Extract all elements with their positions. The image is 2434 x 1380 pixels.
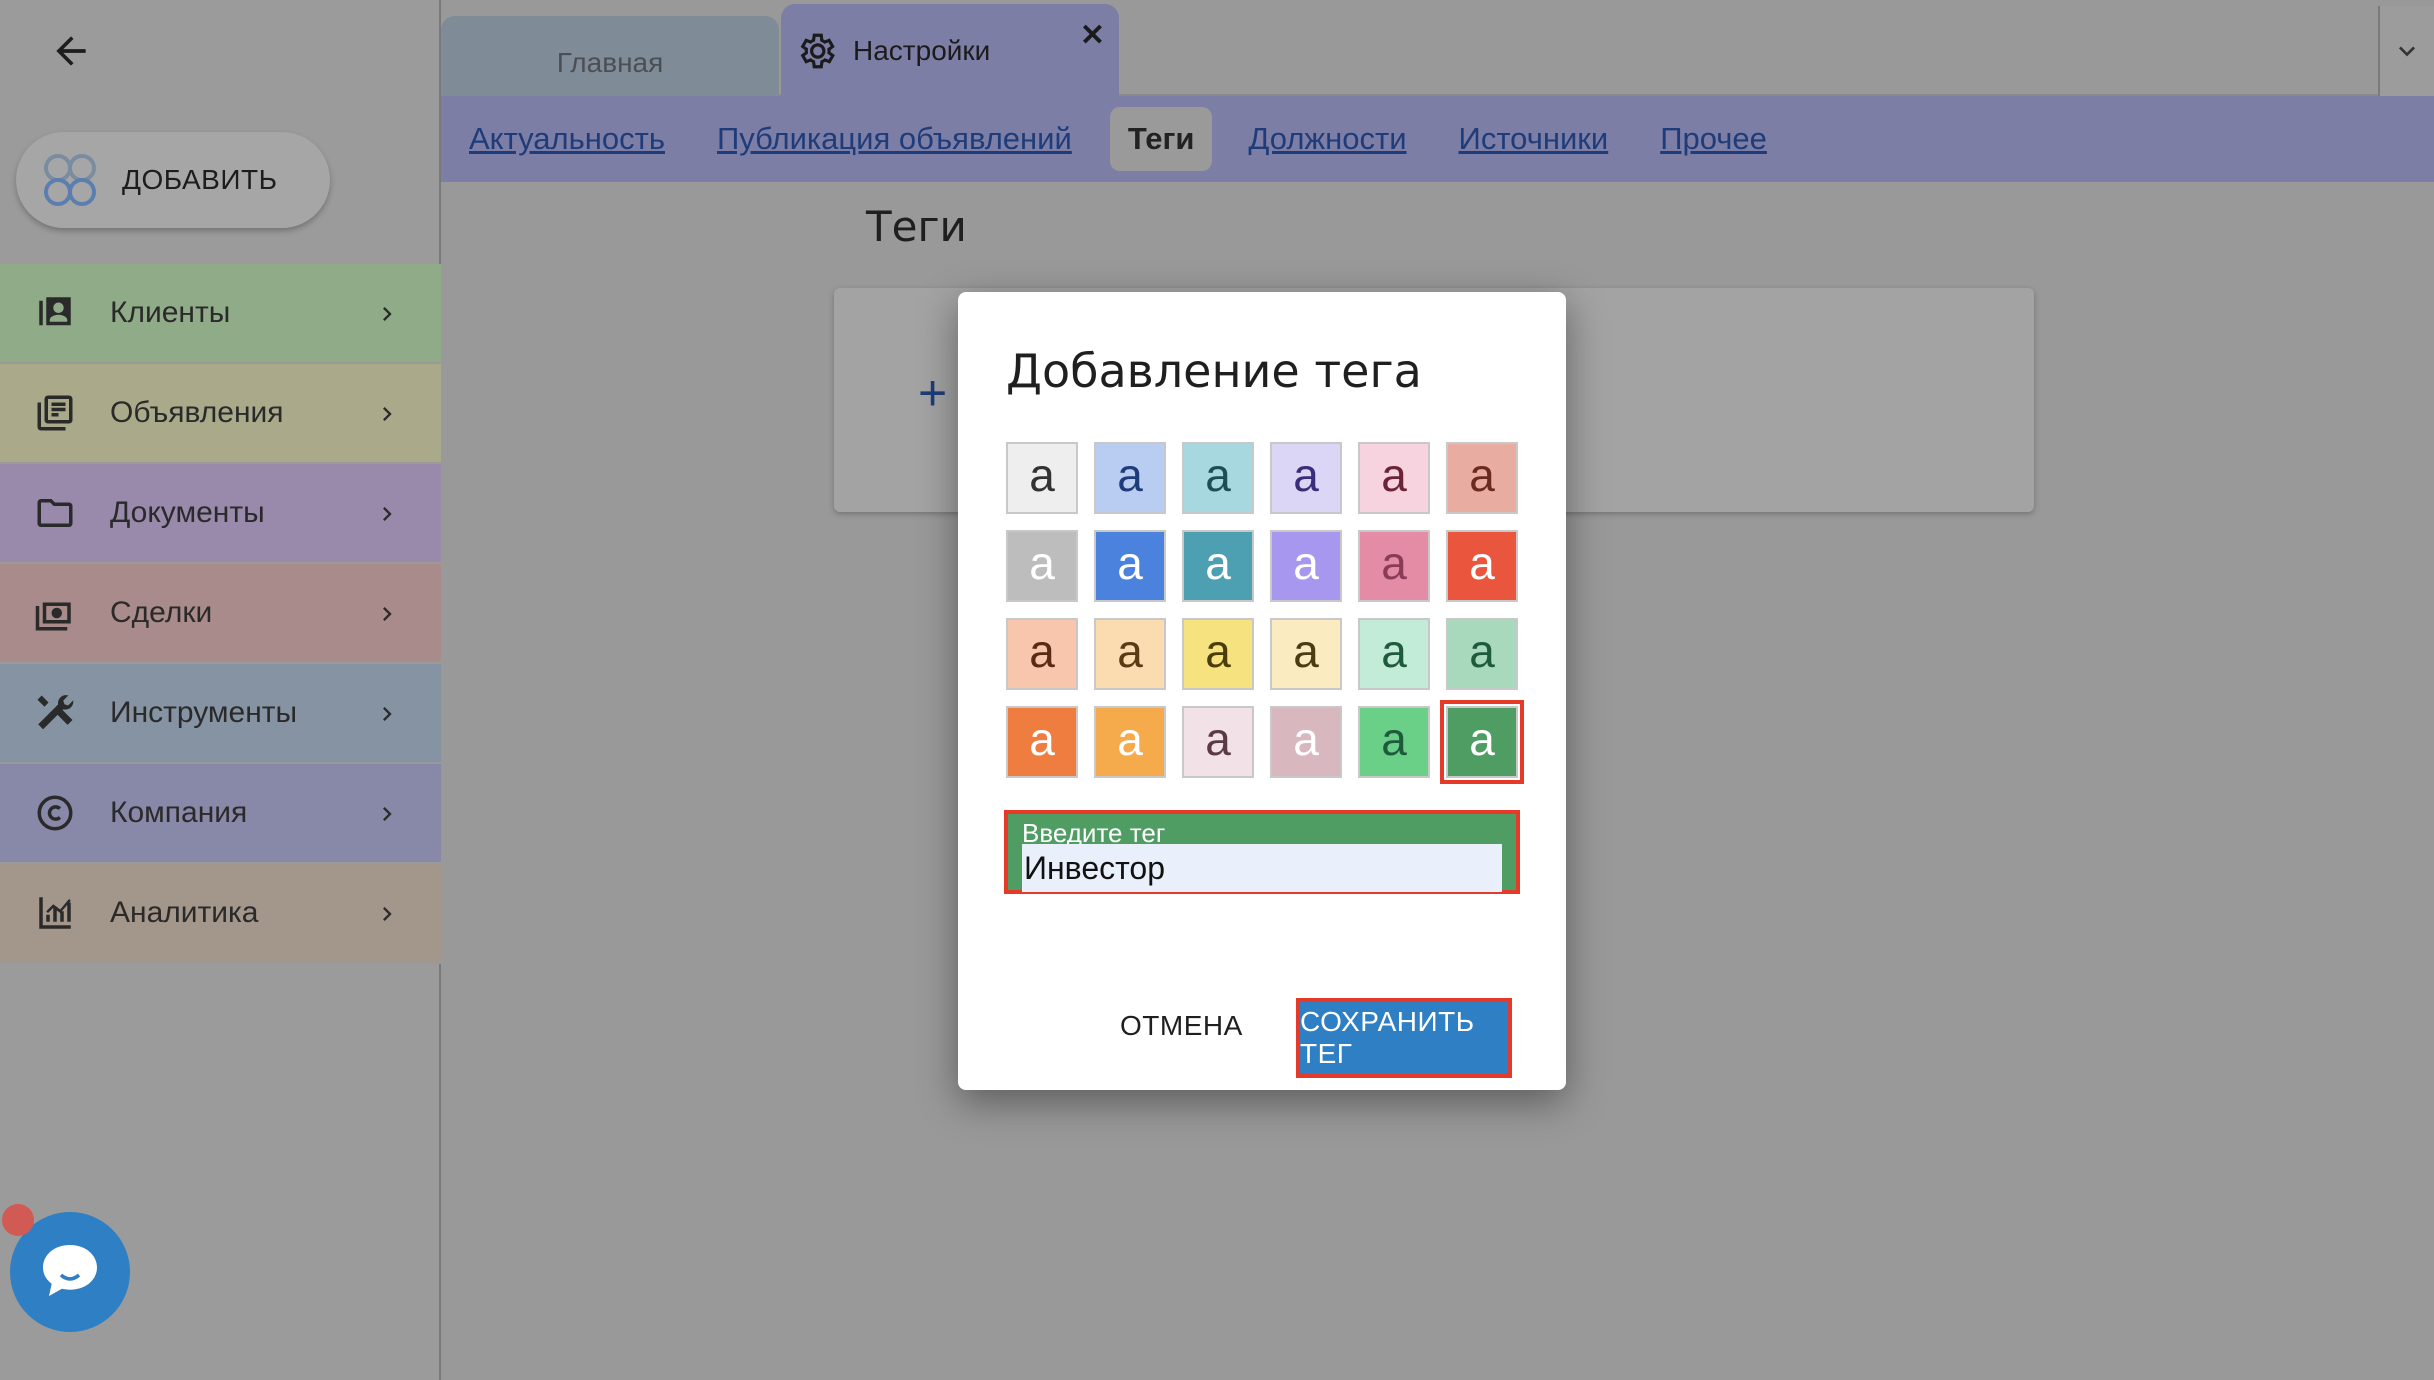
sidebar-item-label: Аналитика [110, 896, 259, 929]
sidebar-item-label: Компания [110, 796, 248, 829]
color-swatch[interactable]: a [1358, 706, 1430, 778]
color-swatch[interactable]: a [1358, 530, 1430, 602]
sidebar-item-label: Объявления [110, 396, 284, 429]
chevron-down-icon [2399, 46, 2415, 57]
page-title: Теги [866, 202, 967, 251]
sidebar-item-deals[interactable]: Сделки [0, 564, 441, 664]
sidebar-item-label: Клиенты [110, 296, 231, 329]
sidebar-item-label: Сделки [110, 596, 213, 629]
tag-input-field: Введите тег [1004, 810, 1520, 894]
color-swatch[interactable]: a [1270, 706, 1342, 778]
sidebar-item-label: Инструменты [110, 696, 298, 729]
color-swatch[interactable]: a [1006, 442, 1078, 514]
add-tag-dialog: Добавление тега aaaaaaaaaaaaaaaaaaaaaaaa… [958, 292, 1566, 1090]
sidebar-item-label: Документы [110, 496, 265, 529]
tab-dropdown-button[interactable] [2378, 6, 2434, 96]
color-swatch[interactable]: a [1006, 706, 1078, 778]
color-swatch[interactable]: a [1006, 530, 1078, 602]
sidebar-nav: Клиенты Объявления Документы Сделки Инст… [0, 264, 441, 964]
color-swatch[interactable]: a [1270, 530, 1342, 602]
color-swatch[interactable]: a [1094, 530, 1166, 602]
chevron-right-icon [383, 307, 392, 321]
chat-icon [43, 1245, 97, 1296]
back-button[interactable] [44, 24, 98, 78]
color-swatch[interactable]: a [1446, 442, 1518, 514]
color-swatch[interactable]: a [1006, 618, 1078, 690]
settings-subnav: Актуальность Публикация объявлений Теги … [441, 96, 2434, 182]
color-swatch[interactable]: a [1270, 618, 1342, 690]
subnav-tags[interactable]: Теги [1109, 107, 1213, 171]
chevron-right-icon [383, 807, 392, 821]
dialog-title: Добавление тега [1006, 344, 1422, 398]
sidebar-item-tools[interactable]: Инструменты [0, 664, 441, 764]
sidebar-item-analytics[interactable]: Аналитика [0, 864, 441, 964]
save-tag-button[interactable]: СОХРАНИТЬ ТЕГ [1296, 998, 1512, 1078]
sidebar-item-documents[interactable]: Документы [0, 464, 441, 564]
tab-bar: Главная Настройки ✕ [441, 0, 2434, 98]
contacts-icon [32, 290, 78, 336]
color-swatch[interactable]: a [1182, 618, 1254, 690]
tab-label: Главная [556, 47, 664, 78]
color-swatch[interactable]: a [1094, 442, 1166, 514]
tag-input[interactable] [1022, 844, 1502, 892]
analytics-icon [32, 890, 78, 936]
add-button-label: ДОБАВИТЬ [122, 164, 278, 195]
color-swatch[interactable]: a [1358, 618, 1430, 690]
sidebar-item-clients[interactable]: Клиенты [0, 264, 441, 364]
subnav-other[interactable]: Прочее [1660, 121, 1767, 157]
color-swatch[interactable]: a [1182, 442, 1254, 514]
color-swatch[interactable]: a [1446, 530, 1518, 602]
chevron-right-icon [383, 907, 392, 921]
chevron-right-icon [383, 407, 392, 421]
tab-settings[interactable]: Настройки ✕ [781, 4, 1119, 98]
color-swatch[interactable]: a [1270, 442, 1342, 514]
arrow-left-icon [56, 36, 86, 66]
add-button[interactable]: ДОБАВИТЬ [16, 132, 330, 228]
money-icon [32, 590, 78, 636]
chevron-right-icon [383, 507, 392, 521]
sidebar-item-company[interactable]: Компания [0, 764, 441, 864]
color-swatch[interactable]: a [1094, 618, 1166, 690]
gear-icon [800, 33, 835, 69]
color-swatch[interactable]: a [1094, 706, 1166, 778]
color-swatch[interactable]: a [1182, 530, 1254, 602]
subnav-positions[interactable]: Должности [1248, 121, 1406, 157]
chevron-right-icon [383, 707, 392, 721]
notification-dot [2, 1204, 34, 1236]
color-swatch[interactable]: a [1182, 706, 1254, 778]
subnav-relevance[interactable]: Актуальность [469, 121, 665, 157]
subnav-sources[interactable]: Источники [1459, 121, 1609, 157]
tab-home[interactable]: Главная [441, 16, 779, 98]
chevron-right-icon [383, 607, 392, 621]
cancel-button[interactable]: ОТМЕНА [1120, 1010, 1243, 1042]
folder-icon [32, 490, 78, 536]
color-swatch[interactable]: a [1440, 700, 1524, 784]
color-swatch[interactable]: a [1446, 618, 1518, 690]
sidebar-item-listings[interactable]: Объявления [0, 364, 441, 464]
tools-icon [32, 690, 78, 736]
tab-label: Настройки [853, 35, 991, 66]
color-swatch[interactable]: a [1358, 442, 1430, 514]
sidebar: ДОБАВИТЬ Клиенты Объявления Документы Сд… [0, 0, 441, 1380]
close-icon[interactable]: ✕ [1080, 18, 1105, 53]
add-tag-button[interactable]: + [918, 364, 947, 422]
listings-icon [32, 390, 78, 436]
subnav-publication[interactable]: Публикация объявлений [717, 121, 1072, 157]
app-logo-icon [44, 154, 96, 206]
copyright-icon [32, 790, 78, 836]
